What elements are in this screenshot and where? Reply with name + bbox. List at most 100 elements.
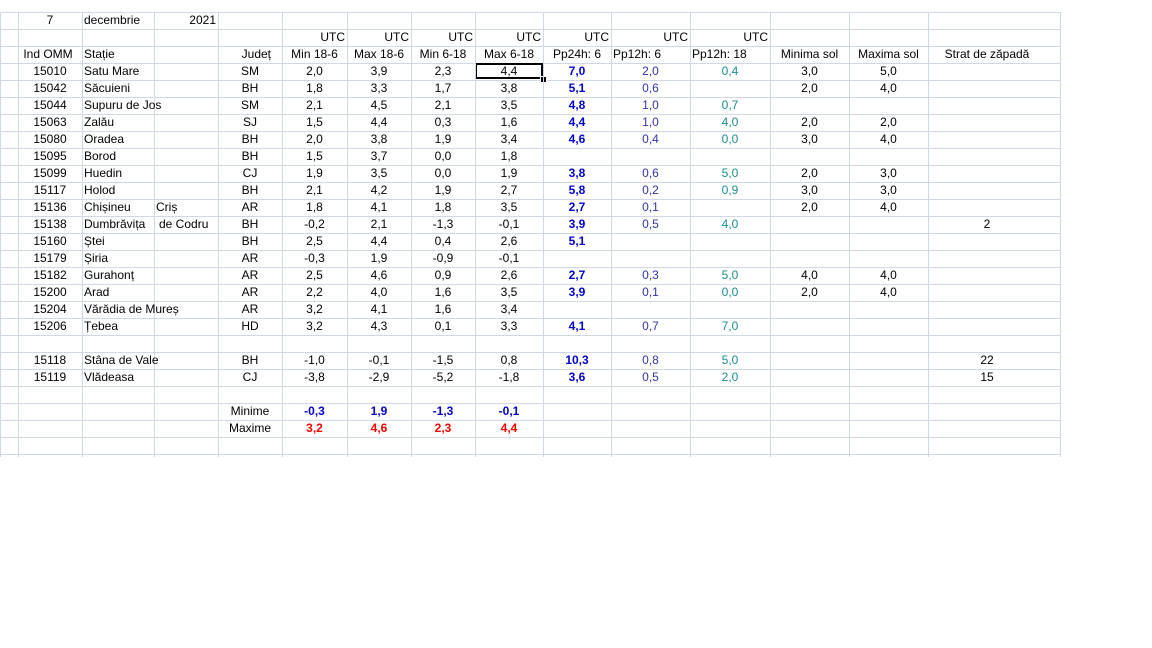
strat-zapada-cell[interactable] (930, 250, 1044, 267)
pp12h-18-cell[interactable]: 4,0 (692, 114, 768, 131)
station-id-cell[interactable]: 15119 (20, 369, 80, 386)
pp24h-cell[interactable]: 4,8 (545, 97, 609, 114)
max-18-6-cell[interactable]: 4,4 (349, 114, 409, 131)
strat-zapada-cell[interactable] (930, 131, 1044, 148)
pp24h-cell[interactable]: 7,0 (545, 63, 609, 80)
pp12h-6-cell[interactable] (613, 301, 688, 318)
max-18-6-cell[interactable]: 3,7 (349, 148, 409, 165)
minima-sol-cell[interactable] (772, 97, 847, 114)
strat-zapada-cell[interactable] (930, 148, 1044, 165)
county-cell[interactable]: SM (220, 63, 280, 80)
maxima-sol-cell[interactable] (851, 148, 926, 165)
minima-sol-cell[interactable]: 2,0 (772, 80, 847, 97)
pp24h-cell[interactable]: 5,1 (545, 233, 609, 250)
min-6-18-cell[interactable]: 2,3 (413, 63, 473, 80)
pp12h-6-cell[interactable]: 0,3 (613, 267, 688, 284)
min-18-6-cell[interactable]: 1,9 (284, 165, 345, 182)
county-cell[interactable]: AR (220, 250, 280, 267)
date-year-cell[interactable]: 2021 (156, 12, 216, 29)
max-6-18-cell[interactable]: 3,4 (477, 131, 541, 148)
maxima-sol-cell[interactable] (851, 97, 926, 114)
station-name-cell[interactable]: Arad (84, 284, 216, 301)
max-6-18-cell[interactable]: 2,7 (477, 182, 541, 199)
max-6-18-cell[interactable]: 3,8 (477, 80, 541, 97)
minima-sol-cell[interactable]: 2,0 (772, 114, 847, 131)
min-6-18-cell[interactable]: 0,1 (413, 318, 473, 335)
station-name-cell[interactable]: Borod (84, 148, 216, 165)
strat-zapada-cell[interactable] (930, 114, 1044, 131)
station-name-part2-cell[interactable]: de Codru (159, 216, 228, 233)
min-6-18-cell[interactable]: -1,3 (413, 216, 473, 233)
pp24h-cell[interactable]: 3,9 (545, 284, 609, 301)
minima-sol-cell[interactable] (772, 352, 847, 369)
pp12h-6-cell[interactable]: 0,6 (613, 165, 688, 182)
strat-zapada-cell[interactable] (930, 199, 1044, 216)
pp12h-18-cell[interactable]: 0,7 (692, 97, 768, 114)
station-name-cell[interactable]: Stâna de Vale (84, 352, 216, 369)
min-18-6-cell[interactable]: 1,8 (284, 199, 345, 216)
strat-zapada-cell[interactable]: 2 (930, 216, 1044, 233)
pp12h-18-cell[interactable]: 0,9 (692, 182, 768, 199)
strat-zapada-cell[interactable] (930, 97, 1044, 114)
pp24h-cell[interactable] (545, 250, 609, 267)
station-name-cell[interactable]: Oradea (84, 131, 216, 148)
pp12h-18-cell[interactable]: 0,0 (692, 284, 768, 301)
utc-label-cell[interactable]: UTC (692, 29, 768, 46)
pp12h-18-cell[interactable] (692, 301, 768, 318)
pp12h-6-cell[interactable] (613, 250, 688, 267)
pp12h-18-cell[interactable]: 0,0 (692, 131, 768, 148)
pp12h-6-cell[interactable] (613, 148, 688, 165)
maxime-value-cell[interactable]: 2,3 (413, 420, 473, 437)
maxime-label[interactable]: Maxime (220, 420, 280, 437)
pp12h-18-cell[interactable]: 4,0 (692, 216, 768, 233)
max-6-18-cell[interactable]: 2,6 (477, 233, 541, 250)
header-pp12h-6[interactable]: Pp12h: 6 (613, 46, 688, 63)
maxima-sol-cell[interactable]: 3,0 (851, 182, 926, 199)
pp24h-cell[interactable]: 5,8 (545, 182, 609, 199)
station-id-cell[interactable]: 15206 (20, 318, 80, 335)
min-18-6-cell[interactable]: 2,1 (284, 182, 345, 199)
min-6-18-cell[interactable]: 1,6 (413, 301, 473, 318)
max-6-18-cell[interactable]: -0,1 (477, 216, 541, 233)
station-name-cell[interactable]: Supuru de Jos (84, 97, 216, 114)
pp24h-cell[interactable]: 4,1 (545, 318, 609, 335)
strat-zapada-cell[interactable]: 22 (930, 352, 1044, 369)
county-cell[interactable]: BH (220, 352, 280, 369)
county-cell[interactable]: HD (220, 318, 280, 335)
county-cell[interactable]: BH (220, 233, 280, 250)
minima-sol-cell[interactable] (772, 148, 847, 165)
station-id-cell[interactable]: 15117 (20, 182, 80, 199)
max-18-6-cell[interactable]: 1,9 (349, 250, 409, 267)
max-6-18-cell[interactable]: 3,5 (477, 199, 541, 216)
maxima-sol-cell[interactable] (851, 250, 926, 267)
pp24h-cell[interactable]: 5,1 (545, 80, 609, 97)
min-6-18-cell[interactable]: 0,0 (413, 148, 473, 165)
max-6-18-cell[interactable]: -0,1 (477, 250, 541, 267)
station-name-cell[interactable]: Vlădeasa (84, 369, 216, 386)
station-id-cell[interactable]: 15042 (20, 80, 80, 97)
max-18-6-cell[interactable]: 4,1 (349, 199, 409, 216)
minime-value-cell[interactable]: 1,9 (349, 403, 409, 420)
strat-zapada-cell[interactable] (930, 165, 1044, 182)
pp12h-18-cell[interactable] (692, 80, 768, 97)
pp12h-18-cell[interactable]: 7,0 (692, 318, 768, 335)
min-18-6-cell[interactable]: 3,2 (284, 318, 345, 335)
minima-sol-cell[interactable]: 3,0 (772, 131, 847, 148)
minima-sol-cell[interactable] (772, 301, 847, 318)
max-18-6-cell[interactable]: 4,1 (349, 301, 409, 318)
pp12h-18-cell[interactable]: 5,0 (692, 267, 768, 284)
county-cell[interactable]: AR (220, 199, 280, 216)
pp12h-6-cell[interactable]: 2,0 (613, 63, 688, 80)
min-6-18-cell[interactable]: 1,6 (413, 284, 473, 301)
pp12h-6-cell[interactable]: 0,1 (613, 284, 688, 301)
max-18-6-cell[interactable]: -2,9 (349, 369, 409, 386)
maxime-value-cell[interactable]: 4,4 (477, 420, 541, 437)
station-id-cell[interactable]: 15118 (20, 352, 80, 369)
min-18-6-cell[interactable]: 1,5 (284, 148, 345, 165)
min-18-6-cell[interactable]: 2,0 (284, 131, 345, 148)
maxima-sol-cell[interactable] (851, 369, 926, 386)
county-cell[interactable]: BH (220, 182, 280, 199)
station-name-cell[interactable]: Țebea (84, 318, 216, 335)
maxima-sol-cell[interactable]: 4,0 (851, 131, 926, 148)
min-18-6-cell[interactable]: -0,3 (284, 250, 345, 267)
